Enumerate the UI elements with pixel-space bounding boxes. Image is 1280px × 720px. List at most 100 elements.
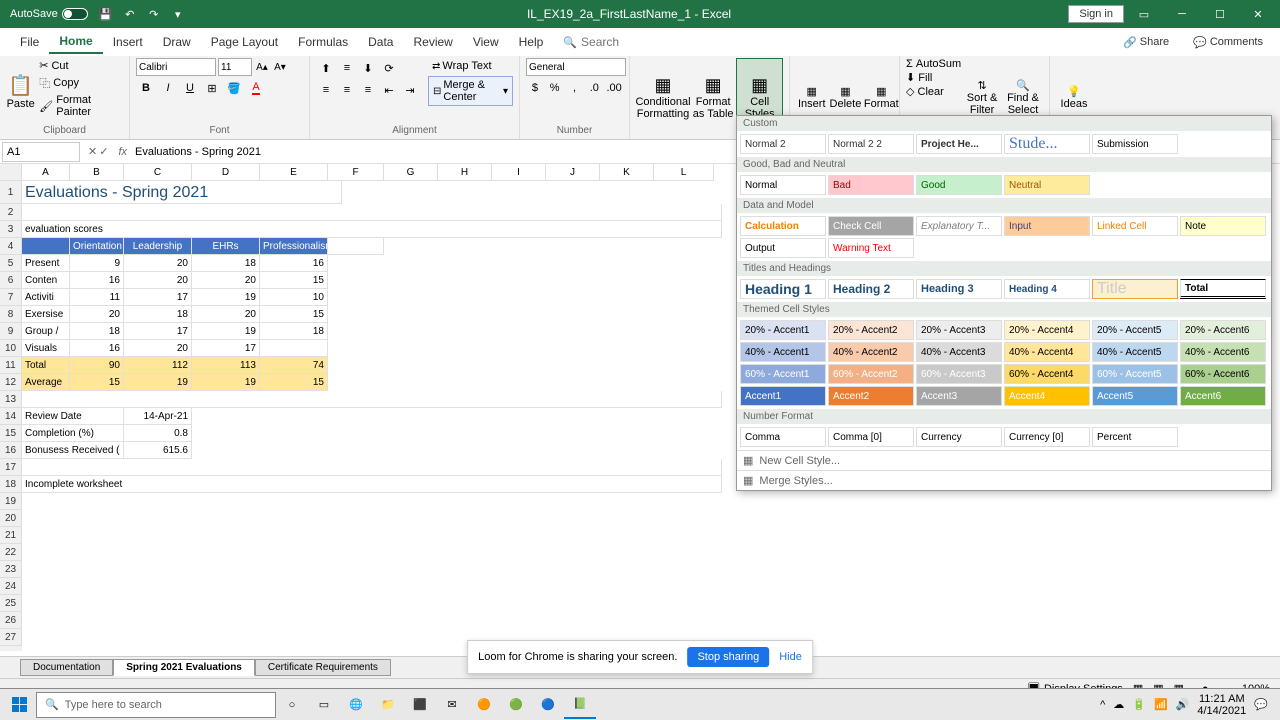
app-icon[interactable]: ⬛ [404,691,436,719]
app-icon[interactable]: 🟠 [468,691,500,719]
cell[interactable]: 0.8 [124,425,192,442]
style-40-accent5[interactable]: 40% - Accent5 [1092,342,1178,362]
comments-button[interactable]: 💬 Comments [1186,33,1270,52]
cell[interactable]: 90 [70,357,124,374]
cell[interactable]: Orientation [70,238,124,255]
cell[interactable]: 10 [260,289,328,306]
qat-more-icon[interactable]: ▾ [168,4,188,24]
style-currency-0[interactable]: Currency [0] [1004,427,1090,447]
cut-button[interactable]: ✂ Cut [37,58,123,73]
copy-button[interactable]: ⿻ Copy [37,74,123,92]
comma-icon[interactable]: , [566,78,584,98]
row-header[interactable]: 20 [0,510,22,527]
volume-icon[interactable]: 🔊 [1176,698,1190,711]
cell[interactable]: 17 [192,340,260,357]
tab-formulas[interactable]: Formulas [288,31,358,53]
decrease-decimal-icon[interactable]: .00 [605,78,623,98]
undo-icon[interactable]: ↶ [120,4,140,24]
tab-view[interactable]: View [463,31,509,53]
style-submission[interactable]: Submission [1092,134,1178,154]
tab-file[interactable]: File [10,31,49,53]
minimize-button[interactable]: ─ [1164,0,1200,28]
merge-center-button[interactable]: ⊟ Merge & Center ▾ [428,76,513,106]
style-20-accent5[interactable]: 20% - Accent5 [1092,320,1178,340]
style-heading-2[interactable]: Heading 2 [828,279,914,299]
bold-button[interactable]: B [136,78,156,98]
style-heading-4[interactable]: Heading 4 [1004,279,1090,299]
mail-icon[interactable]: ✉ [436,691,468,719]
style-60-accent6[interactable]: 60% - Accent6 [1180,364,1266,384]
style-check-cell[interactable]: Check Cell [828,216,914,236]
row-header[interactable]: 13 [0,391,22,408]
maximize-button[interactable]: ☐ [1202,0,1238,28]
style-linked-cell[interactable]: Linked Cell [1092,216,1178,236]
wifi-icon[interactable]: 📶 [1154,698,1168,711]
cell[interactable]: Group / [22,323,70,340]
cell[interactable]: 11 [70,289,124,306]
cell[interactable]: Professionalism [260,238,328,255]
row-header[interactable]: 11 [0,357,22,374]
name-box[interactable] [2,142,80,162]
tab-data[interactable]: Data [358,31,403,53]
autosum-button[interactable]: Σ AutoSum [906,58,961,70]
cell[interactable]: 18 [70,323,124,340]
cell[interactable]: 18 [124,306,192,323]
cell[interactable]: Present [22,255,70,272]
col-header[interactable]: L [654,164,714,181]
style-accent5[interactable]: Accent5 [1092,386,1178,406]
style-title[interactable]: Title [1092,279,1178,299]
tab-help[interactable]: Help [509,31,554,53]
enter-formula-icon[interactable]: ✓ [99,145,108,158]
cells-grid[interactable]: Evaluations - Spring 2021 evaluation sco… [22,181,722,651]
row-header[interactable]: 1 [0,181,22,204]
cell[interactable]: 615.6 [124,442,192,459]
notification-icon[interactable]: 💬 [1254,698,1268,711]
cell[interactable]: 20 [70,306,124,323]
col-header[interactable]: K [600,164,654,181]
cell[interactable] [22,204,722,221]
style-60-accent3[interactable]: 60% - Accent3 [916,364,1002,384]
style-output[interactable]: Output [740,238,826,258]
taskbar-search[interactable]: 🔍Type here to search [36,692,276,718]
style-input[interactable]: Input [1004,216,1090,236]
cell[interactable]: 18 [192,255,260,272]
cell[interactable]: 15 [260,306,328,323]
edge-icon[interactable]: 🌐 [340,691,372,719]
tray-chevron-icon[interactable]: ^ [1100,699,1105,711]
share-button[interactable]: 🔗 Share [1116,33,1176,52]
style-explanatory[interactable]: Explanatory T... [916,216,1002,236]
row-header[interactable]: 5 [0,255,22,272]
row-header[interactable]: 12 [0,374,22,391]
cell[interactable]: 20 [192,306,260,323]
style-warning-text[interactable]: Warning Text [828,238,914,258]
style-calculation[interactable]: Calculation [740,216,826,236]
style-20-accent6[interactable]: 20% - Accent6 [1180,320,1266,340]
style-good[interactable]: Good [916,175,1002,195]
row-header[interactable]: 2 [0,204,22,221]
row-header[interactable]: 19 [0,493,22,510]
font-size-select[interactable] [218,58,252,76]
row-header[interactable]: 23 [0,561,22,578]
col-header[interactable]: G [384,164,438,181]
style-20-accent1[interactable]: 20% - Accent1 [740,320,826,340]
style-accent4[interactable]: Accent4 [1004,386,1090,406]
font-color-button[interactable]: A [246,78,266,98]
cell-title[interactable]: Evaluations - Spring 2021 [22,181,342,204]
font-name-select[interactable] [136,58,216,76]
style-comma-0[interactable]: Comma [0] [828,427,914,447]
row-header[interactable]: 8 [0,306,22,323]
orientation-icon[interactable]: ⟳ [379,58,399,78]
style-comma[interactable]: Comma [740,427,826,447]
cell[interactable]: 19 [192,374,260,391]
cell[interactable]: 16 [70,272,124,289]
col-header[interactable]: B [70,164,124,181]
cell[interactable] [22,459,722,476]
excel-icon[interactable]: 📗 [564,691,596,719]
tellme-search[interactable]: 🔍 [563,35,701,49]
cell[interactable]: Activiti [22,289,70,306]
row-header[interactable]: 24 [0,578,22,595]
style-40-accent2[interactable]: 40% - Accent2 [828,342,914,362]
col-header[interactable]: I [492,164,546,181]
cell[interactable] [328,238,384,255]
align-top-icon[interactable]: ⬆ [316,58,336,78]
